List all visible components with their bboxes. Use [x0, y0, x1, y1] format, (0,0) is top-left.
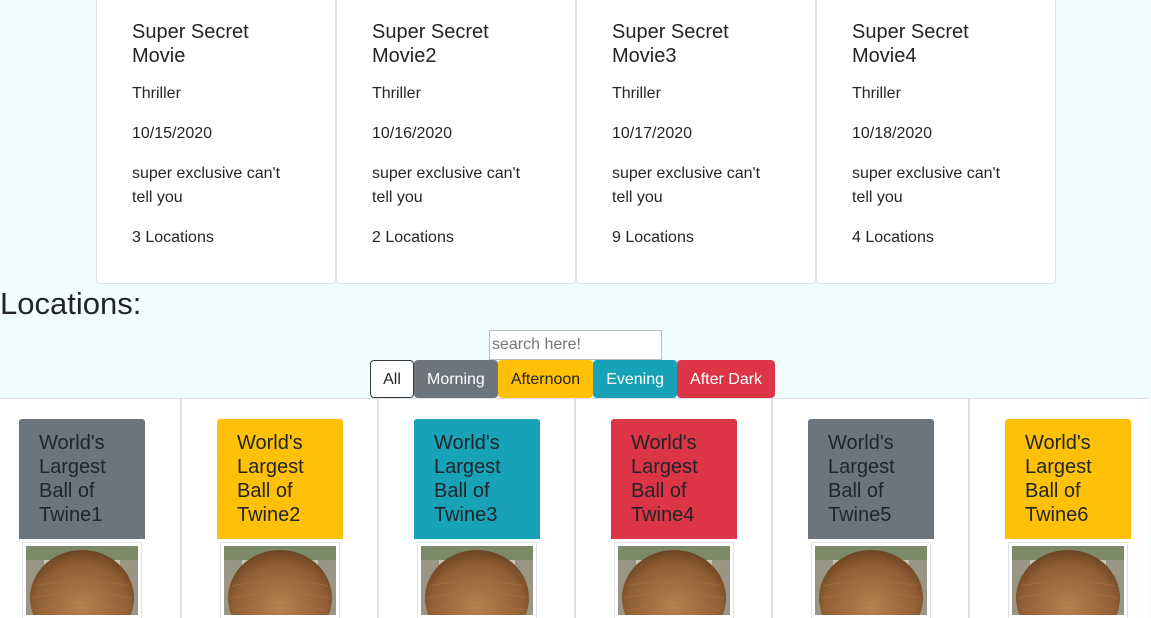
location-title: World's Largest Ball of Twine3 — [414, 419, 540, 539]
movie-title-line: Movie4 — [852, 45, 917, 67]
movie-date: 10/17/2020 — [612, 125, 693, 142]
location-title: World's Largest Ball of Twine2 — [217, 419, 343, 539]
location-title-line: Ball of — [631, 480, 687, 502]
location-title-line: Ball of — [828, 480, 884, 502]
location-card[interactable]: World's Largest Ball of Twine6 — [969, 398, 1149, 618]
location-title-line: Twine3 — [434, 504, 498, 526]
movie-genre: Thriller — [612, 85, 661, 102]
movie-description-line: super exclusive can't — [612, 165, 761, 182]
movie-description-line: tell you — [372, 189, 423, 206]
filter-evening-button[interactable]: Evening — [593, 360, 678, 398]
search-input[interactable] — [489, 330, 662, 360]
location-title-line: Largest — [39, 456, 106, 478]
locations-heading: Locations: — [0, 286, 142, 321]
movie-title: Super Secret Movie — [132, 20, 301, 68]
movie-date: 10/15/2020 — [132, 125, 213, 142]
movie-title: Super Secret Movie2 — [372, 20, 541, 68]
movie-date: 10/18/2020 — [852, 125, 933, 142]
location-title-line: Twine2 — [237, 504, 301, 526]
movie-description: super exclusive can't tell you — [372, 162, 541, 210]
location-title-line: Largest — [631, 456, 698, 478]
location-title-line: Ball of — [1025, 480, 1081, 502]
movie-title: Super Secret Movie3 — [612, 20, 781, 68]
location-title-line: World's — [39, 432, 105, 454]
movie-title-line: Movie3 — [612, 45, 677, 67]
movie-card[interactable]: Super Secret Movie Thriller 10/15/2020 s… — [96, 0, 336, 284]
movie-genre: Thriller — [372, 85, 421, 102]
location-card[interactable]: World's Largest Ball of Twine2 — [181, 398, 378, 618]
movie-location-count: 3 Locations — [132, 229, 214, 246]
movie-title-line: Super Secret — [132, 21, 249, 43]
location-title-line: Ball of — [237, 480, 293, 502]
location-title-line: Twine1 — [39, 504, 103, 526]
movie-card[interactable]: Super Secret Movie4 Thriller 10/18/2020 … — [816, 0, 1056, 284]
movie-card-row: Super Secret Movie Thriller 10/15/2020 s… — [96, 0, 1056, 284]
movie-title-line: Movie2 — [372, 45, 437, 67]
location-title-line: World's — [828, 432, 894, 454]
movie-card[interactable]: Super Secret Movie2 Thriller 10/16/2020 … — [336, 0, 576, 284]
movie-description: super exclusive can't tell you — [612, 162, 781, 210]
twine-ball-image — [22, 542, 142, 618]
movie-title-line: Super Secret — [852, 21, 969, 43]
time-filter-bar: All Morning Afternoon Evening After Dark — [370, 360, 776, 398]
filter-all-button[interactable]: All — [370, 360, 414, 398]
movie-location-count: 2 Locations — [372, 229, 454, 246]
movie-description: super exclusive can't tell you — [852, 162, 1021, 210]
movie-title-line: Super Secret — [372, 21, 489, 43]
location-card[interactable]: World's Largest Ball of Twine5 — [772, 398, 969, 618]
location-title: World's Largest Ball of Twine1 — [19, 419, 145, 539]
twine-ball-image — [417, 542, 537, 618]
location-title-line: World's — [631, 432, 697, 454]
movie-location-count: 4 Locations — [852, 229, 934, 246]
location-title-line: Twine4 — [631, 504, 695, 526]
location-title-line: Largest — [1025, 456, 1092, 478]
location-title: World's Largest Ball of Twine4 — [611, 419, 737, 539]
location-title-line: Twine6 — [1025, 504, 1089, 526]
movie-description-line: super exclusive can't — [132, 165, 281, 182]
location-title-line: Largest — [434, 456, 501, 478]
twine-ball-image — [614, 542, 734, 618]
location-title: World's Largest Ball of Twine6 — [1005, 419, 1131, 539]
location-card-row: World's Largest Ball of Twine1 World's L… — [0, 398, 1151, 618]
movie-genre: Thriller — [852, 85, 901, 102]
location-title-line: World's — [1025, 432, 1091, 454]
movie-location-count: 9 Locations — [612, 229, 694, 246]
location-title-line: Largest — [237, 456, 304, 478]
location-title-line: Largest — [828, 456, 895, 478]
location-title-line: World's — [434, 432, 500, 454]
filter-after-dark-button[interactable]: After Dark — [677, 360, 776, 398]
twine-ball-image — [1008, 542, 1128, 618]
movie-title: Super Secret Movie4 — [852, 20, 1021, 68]
filter-morning-button[interactable]: Morning — [414, 360, 498, 398]
movie-description-line: tell you — [852, 189, 903, 206]
movie-card[interactable]: Super Secret Movie3 Thriller 10/17/2020 … — [576, 0, 816, 284]
movie-genre: Thriller — [132, 85, 181, 102]
location-title-line: Twine5 — [828, 504, 892, 526]
location-title-line: World's — [237, 432, 303, 454]
location-title-line: Ball of — [39, 480, 95, 502]
movie-description-line: super exclusive can't — [372, 165, 521, 182]
movie-description-line: tell you — [612, 189, 663, 206]
movie-description-line: super exclusive can't — [852, 165, 1001, 182]
location-card[interactable]: World's Largest Ball of Twine3 — [378, 398, 575, 618]
movie-date: 10/16/2020 — [372, 125, 453, 142]
location-title: World's Largest Ball of Twine5 — [808, 419, 934, 539]
twine-ball-image — [220, 542, 340, 618]
movie-title-line: Super Secret — [612, 21, 729, 43]
movie-description-line: tell you — [132, 189, 183, 206]
movie-title-line: Movie — [132, 45, 186, 67]
twine-ball-image — [811, 542, 931, 618]
movie-description: super exclusive can't tell you — [132, 162, 301, 210]
location-title-line: Ball of — [434, 480, 490, 502]
filter-afternoon-button[interactable]: Afternoon — [497, 360, 594, 398]
location-card[interactable]: World's Largest Ball of Twine4 — [575, 398, 772, 618]
location-card[interactable]: World's Largest Ball of Twine1 — [0, 398, 181, 618]
